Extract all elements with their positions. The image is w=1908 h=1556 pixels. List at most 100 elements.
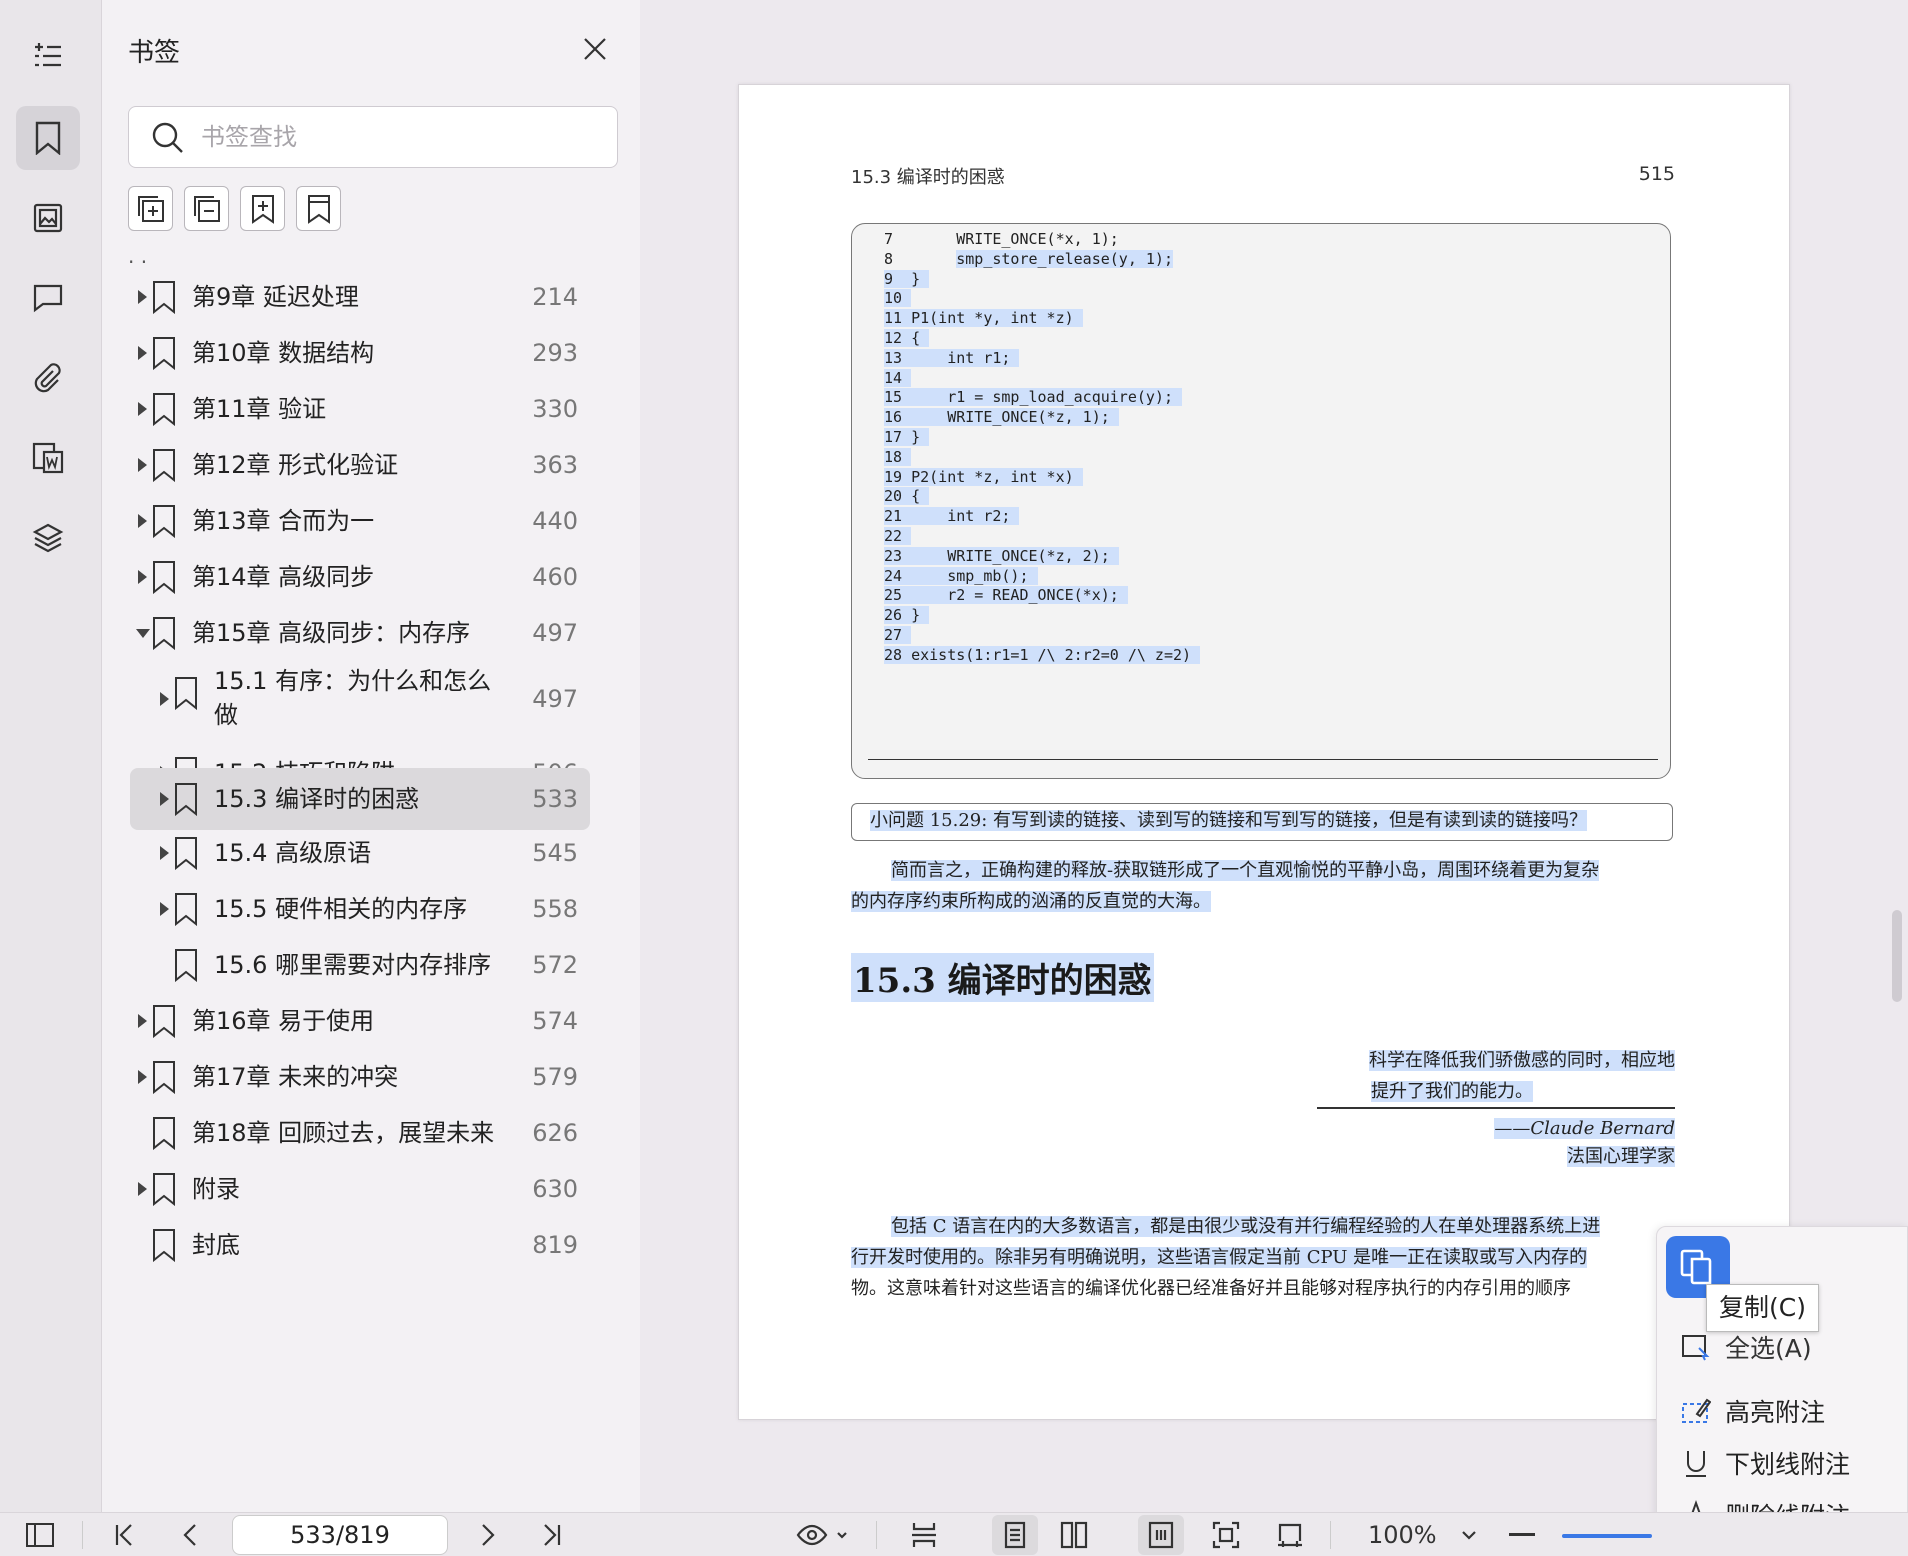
bookmark-page: 214 xyxy=(532,283,578,311)
continuous-scroll-icon[interactable] xyxy=(1138,1515,1184,1555)
bookmark-item[interactable]: 15.5 硬件相关的内存序 558 xyxy=(130,880,590,938)
search-input[interactable] xyxy=(201,119,601,155)
last-page-icon[interactable] xyxy=(534,1513,570,1556)
bookmark-icon[interactable] xyxy=(16,106,80,170)
prev-page-icon[interactable] xyxy=(172,1513,208,1556)
bookmark-search[interactable] xyxy=(128,106,618,168)
add-bookmark-icon[interactable] xyxy=(240,186,285,231)
paragraph-1-line-2: 的内存序约束所构成的汹涌的反直觉的大海。 xyxy=(851,891,1211,912)
single-page-icon[interactable] xyxy=(992,1515,1038,1555)
code-line: 15 r1 = smp_load_acquire(y); xyxy=(884,386,1183,408)
sidebar-toggle-icon[interactable] xyxy=(20,1513,60,1556)
list-item-partial: · · xyxy=(128,258,598,268)
menu-item-select-all[interactable]: 全选(A) xyxy=(1681,1327,1812,1367)
bookmark-item[interactable]: 封底 819 xyxy=(130,1216,590,1274)
bookmark-page: 440 xyxy=(532,507,578,535)
document-page[interactable]: 15.3 编译时的困惑 515 7 WRITE_ONCE(*x, 1); 8 sm… xyxy=(738,84,1790,1420)
bookmark-item[interactable]: 第11章 验证 330 xyxy=(130,380,590,438)
paragraph-1-line-1: 简而言之，正确构建的释放-获取链形成了一个直观愉悦的平静小岛，周围环绕着更为复杂 xyxy=(891,860,1600,881)
bookmark-icon xyxy=(174,948,198,982)
bookmark-page: 819 xyxy=(532,1231,578,1259)
bookmark-item[interactable]: 第16章 易于使用 574 xyxy=(130,992,590,1050)
panel-title: 书签 xyxy=(128,38,181,68)
toc-icon[interactable] xyxy=(16,24,80,88)
image-icon[interactable] xyxy=(16,186,80,250)
expand-arrow-icon[interactable] xyxy=(160,792,169,806)
bookmark-item[interactable]: 第14章 高级同步 460 xyxy=(130,548,590,606)
code-selection: 24 smp_mb(); xyxy=(884,566,1038,585)
bookmark-item[interactable]: 第13章 合而为一 440 xyxy=(130,492,590,550)
comment-icon[interactable] xyxy=(16,266,80,330)
bookmark-item[interactable]: 15.6 哪里需要对内存排序 572 xyxy=(130,936,590,994)
code-line: 9 } xyxy=(884,268,930,290)
chevron-down-icon[interactable] xyxy=(1454,1513,1484,1556)
word-icon[interactable] xyxy=(16,426,80,490)
document-scrollbar[interactable] xyxy=(1892,910,1902,1002)
bookmark-page: 579 xyxy=(532,1063,578,1091)
bookmark-icon xyxy=(152,504,176,538)
paragraph-2: 包括 C 语言在内的大多数语言，都是由很少或没有并行编程经验的人在单处理器系统上… xyxy=(851,1211,1673,1304)
fit-width-icon[interactable] xyxy=(1270,1513,1310,1556)
expand-arrow-icon[interactable] xyxy=(138,1070,147,1084)
running-header-section: 15.3 编译时的困惑 xyxy=(851,167,1005,188)
code-selection: smp_store_release(y, 1); xyxy=(956,249,1173,268)
expand-arrow-icon[interactable] xyxy=(138,346,147,360)
epigraph-author: ——Claude Bernard xyxy=(1494,1118,1675,1139)
bookmark-outline-icon[interactable] xyxy=(296,186,341,231)
expand-arrow-icon[interactable] xyxy=(138,290,147,304)
bookmark-page: 497 xyxy=(532,619,578,647)
expand-all-icon[interactable] xyxy=(128,186,173,231)
bookmark-item[interactable]: 第18章 回顾过去，展望未来 626 xyxy=(130,1104,590,1162)
bookmark-label-line2: 做 xyxy=(214,701,238,729)
zoom-slider[interactable] xyxy=(1562,1534,1652,1538)
bookmark-item[interactable]: 附录 630 xyxy=(130,1160,590,1218)
code-line: 11 P1(int *y, int *z) xyxy=(884,307,1083,329)
attachment-icon[interactable] xyxy=(16,346,80,410)
epigraph-rule xyxy=(1317,1107,1675,1109)
expand-arrow-icon[interactable] xyxy=(138,402,147,416)
code-line: 10 xyxy=(884,287,912,309)
close-icon[interactable] xyxy=(578,32,612,66)
bookmark-page: 363 xyxy=(532,451,578,479)
bookmark-item[interactable]: 15.1 有序：为什么和怎么 做 497 xyxy=(130,658,590,740)
bookmark-page: 460 xyxy=(532,563,578,591)
first-page-icon[interactable] xyxy=(106,1513,142,1556)
two-page-icon[interactable] xyxy=(1054,1513,1094,1556)
menu-label: 全选(A) xyxy=(1725,1334,1812,1363)
section-heading: 15.3 编译时的困惑 xyxy=(851,953,1154,1002)
code-line: 12 { xyxy=(884,327,930,349)
bookmark-item[interactable]: 第12章 形式化验证 363 xyxy=(130,436,590,494)
bookmark-label: 15.6 哪里需要对内存排序 xyxy=(214,951,492,979)
collapse-all-icon[interactable] xyxy=(184,186,229,231)
bookmark-item[interactable]: 第9章 延迟处理 214 xyxy=(130,268,590,326)
expand-arrow-icon[interactable] xyxy=(138,1014,147,1028)
bookmark-item[interactable]: 第17章 未来的冲突 579 xyxy=(130,1048,590,1106)
fit-screen-icon[interactable] xyxy=(1206,1513,1246,1556)
expand-arrow-icon[interactable] xyxy=(138,570,147,584)
menu-item-highlight-note[interactable]: 高亮附注 xyxy=(1681,1391,1825,1431)
expand-arrow-icon[interactable] xyxy=(160,846,169,860)
collapse-arrow-icon[interactable] xyxy=(136,629,150,638)
bookmark-item[interactable]: 第15章 高级同步：内存序 497 xyxy=(130,604,590,662)
epigraph-line-2: 提升了我们的能力。 xyxy=(1371,1081,1533,1102)
expand-arrow-icon[interactable] xyxy=(160,902,169,916)
expand-arrow-icon[interactable] xyxy=(138,514,147,528)
expand-arrow-icon[interactable] xyxy=(138,458,147,472)
zoom-out-icon[interactable] xyxy=(1504,1513,1540,1556)
next-page-icon[interactable] xyxy=(470,1513,506,1556)
expand-arrow-icon[interactable] xyxy=(160,692,169,706)
code-selection: 26 } xyxy=(884,606,930,625)
bookmark-label: 第11章 验证 xyxy=(192,395,327,423)
page-input[interactable]: 533/819 xyxy=(232,1515,448,1555)
bookmark-item[interactable]: 15.4 高级原语 545 xyxy=(130,824,590,882)
page-fit-icon[interactable] xyxy=(906,1513,942,1556)
bookmark-item-selected[interactable]: 15.3 编译时的困惑 533 xyxy=(130,768,590,830)
epigraph-attribution: ——Claude Bernard 法国心理学家 xyxy=(1494,1115,1675,1171)
menu-item-underline-note[interactable]: 下划线附注 xyxy=(1681,1443,1850,1483)
code-selection: 18 xyxy=(884,447,912,466)
zoom-level[interactable]: 100% xyxy=(1368,1513,1437,1556)
bookmark-item[interactable]: 第10章 数据结构 293 xyxy=(130,324,590,382)
view-mode-icon[interactable] xyxy=(790,1513,854,1556)
layers-icon[interactable] xyxy=(16,506,80,570)
expand-arrow-icon[interactable] xyxy=(138,1182,147,1196)
